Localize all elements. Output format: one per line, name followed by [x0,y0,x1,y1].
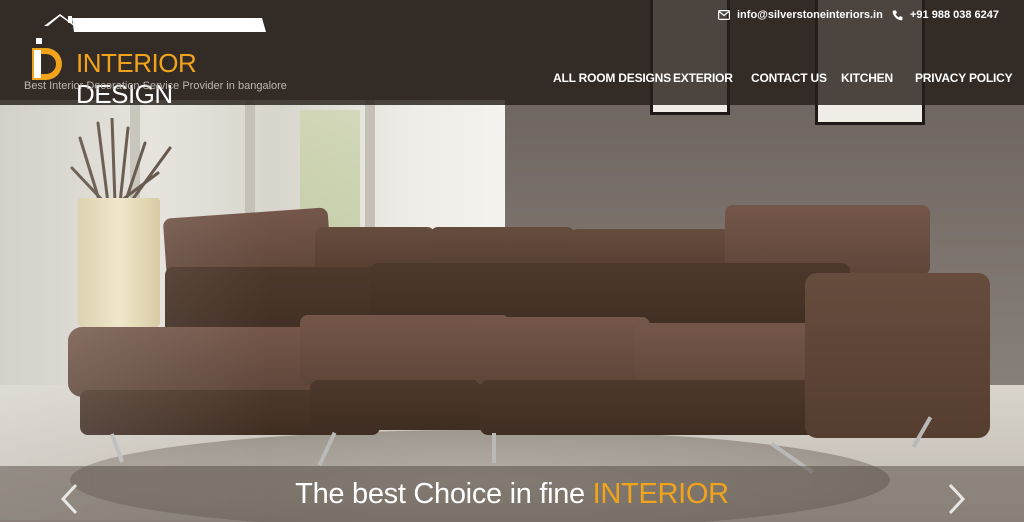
header-bar: INTERIOR DESIGN Best Interior Decoration… [0,0,1024,109]
site-logo[interactable]: INTERIOR DESIGN Best Interior Decoration… [22,8,287,109]
site-tagline: Best Interior Decoration Service Provide… [24,80,287,92]
nav-item-kitchen[interactable]: KITCHEN [841,71,893,85]
logo-word-interior: INTERIOR [76,48,197,78]
left-overlay [0,100,270,520]
nav-item-all-room-designs[interactable]: ALL ROOM DESIGNS [553,71,671,85]
slide-caption-highlight: INTERIOR [592,478,729,510]
contact-email-link[interactable]: info@silverstoneinteriors.in [718,9,883,21]
nav-item-privacy-policy[interactable]: PRIVACY POLICY [915,71,1013,85]
slider-prev-button[interactable] [58,482,82,516]
logo-id-mark-icon [32,38,62,80]
contact-email: info@silverstoneinteriors.in [737,9,883,21]
nav-item-contact-us[interactable]: CONTACT US [751,71,827,85]
phone-icon [892,10,903,20]
chevron-left-icon [60,483,78,515]
envelope-icon [718,10,730,20]
contact-phone-link[interactable]: +91 988 038 6247 [892,9,999,21]
chevron-right-icon [948,483,966,515]
slider-next-button[interactable] [944,482,968,516]
nav-item-exterior[interactable]: EXTERIOR [673,71,733,85]
contact-phone: +91 988 038 6247 [910,9,1000,21]
slide-caption: The best Choice in fine INTERIOR [0,478,1024,511]
logo-wordmark: INTERIOR DESIGN [76,48,282,110]
slide-caption-text: The best Choice in fine [295,478,585,510]
